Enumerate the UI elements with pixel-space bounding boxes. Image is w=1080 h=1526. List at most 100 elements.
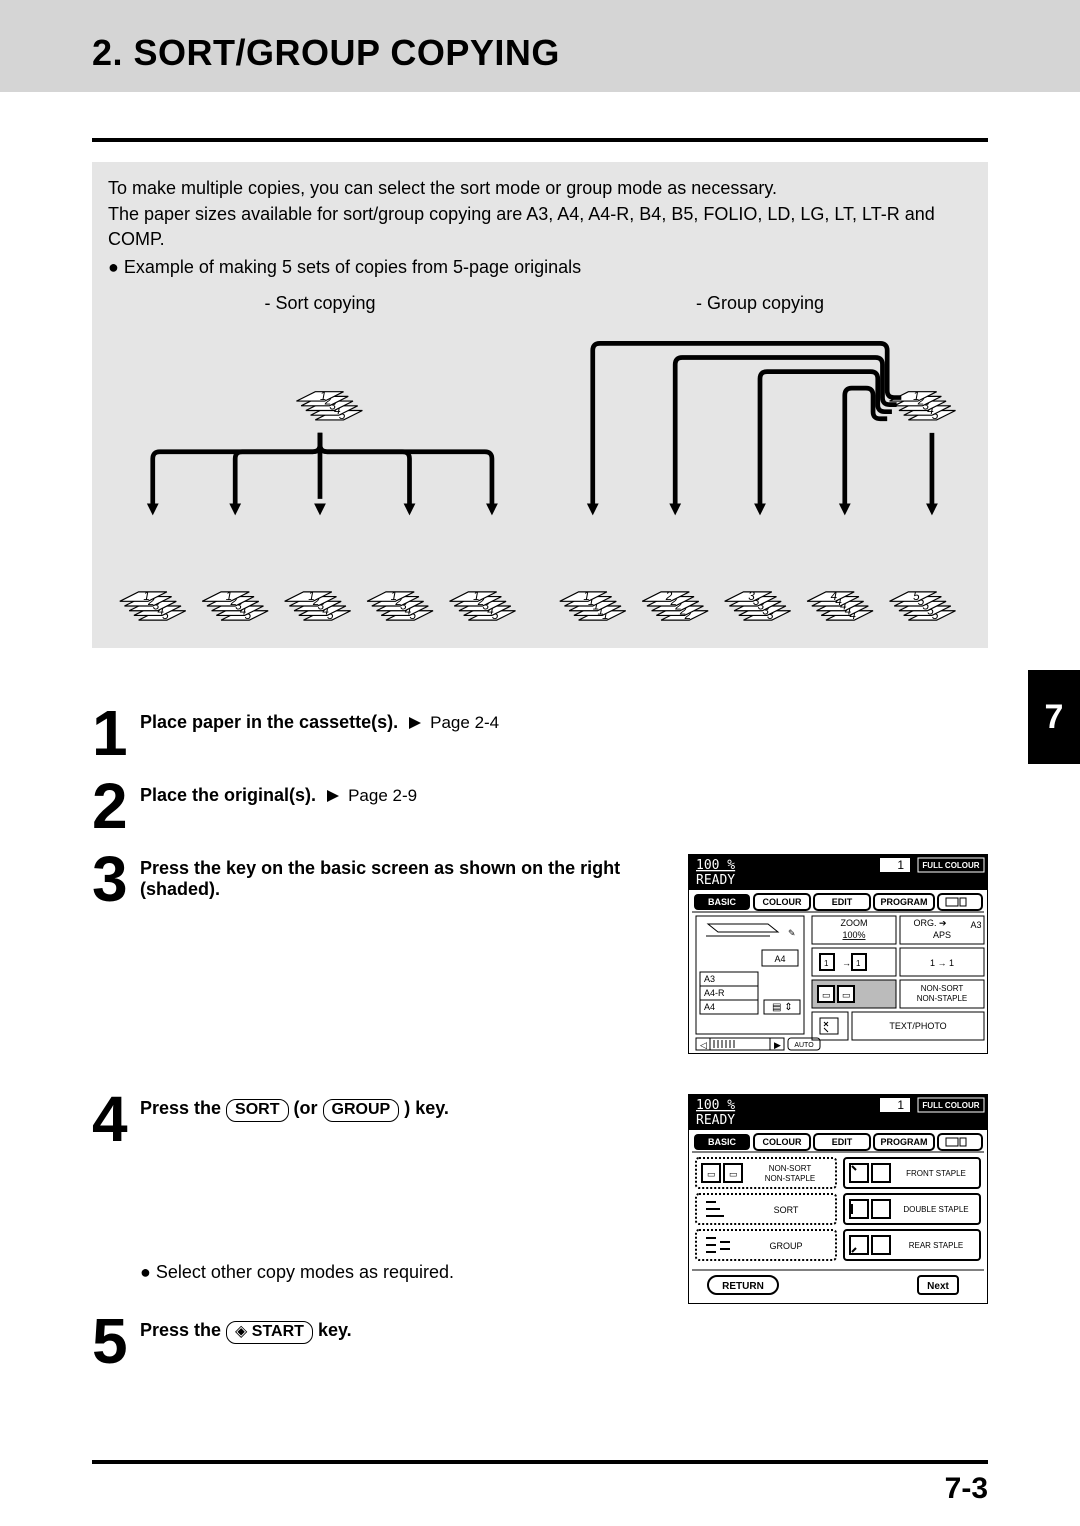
- svg-text:SORT: SORT: [774, 1205, 799, 1215]
- svg-text:FULL COLOUR: FULL COLOUR: [922, 1101, 979, 1110]
- rule: [92, 138, 988, 142]
- svg-text:4: 4: [831, 591, 838, 604]
- svg-text:READY: READY: [696, 1113, 735, 1128]
- step-1: 1 Place paper in the cassette(s). Page 2…: [92, 708, 988, 759]
- reference-arrow-icon: [327, 790, 339, 802]
- svg-text:EDIT: EDIT: [832, 897, 853, 907]
- step-number: 2: [92, 781, 140, 832]
- svg-text:1: 1: [473, 591, 480, 604]
- svg-text:PROGRAM: PROGRAM: [881, 1137, 928, 1147]
- diagram-row: - Sort copying 5 4 3 2 1: [108, 291, 972, 628]
- page-number: 7-3: [0, 1464, 1080, 1506]
- svg-text:EDIT: EDIT: [832, 1137, 853, 1147]
- svg-text:→: →: [842, 958, 851, 968]
- svg-text:▭: ▭: [842, 990, 851, 1000]
- step-4: 4 Press the SORT (or GROUP ) key. ● Sele…: [92, 1094, 988, 1304]
- svg-text:1: 1: [897, 1098, 904, 1112]
- svg-text:1: 1: [391, 591, 398, 604]
- sort-caption: - Sort copying: [108, 291, 532, 315]
- step-3: 3 Press the key on the basic screen as s…: [92, 854, 988, 1054]
- page-title: 2. SORT/GROUP COPYING: [92, 32, 1080, 74]
- basic-screen-illustration: 100 % READY 1 FULL COLOUR BASIC COLOUR E…: [688, 854, 988, 1054]
- step-4-mid: (or: [294, 1098, 323, 1118]
- svg-text:A4: A4: [774, 954, 785, 964]
- svg-text:A4-R: A4-R: [704, 988, 725, 998]
- step-2-ref: Page 2-9: [348, 786, 417, 805]
- svg-text:NON-SORT: NON-SORT: [769, 1164, 812, 1173]
- svg-text:PROGRAM: PROGRAM: [881, 897, 928, 907]
- svg-text:2: 2: [665, 591, 673, 604]
- sort-diagram-svg: 5 4 3 2 1: [108, 321, 532, 627]
- step-1-text: Place paper in the cassette(s).: [140, 712, 398, 732]
- step-5-post: key.: [318, 1320, 352, 1340]
- intro-line-1: To make multiple copies, you can select …: [108, 176, 972, 200]
- step-number: 5: [92, 1316, 140, 1367]
- intro-line-3: Example of making 5 sets of copies from …: [124, 257, 581, 277]
- svg-text:DOUBLE STAPLE: DOUBLE STAPLE: [903, 1205, 968, 1214]
- step-1-ref: Page 2-4: [430, 713, 499, 732]
- steps: 1 Place paper in the cassette(s). Page 2…: [92, 708, 988, 1368]
- svg-text:▶: ▶: [774, 1040, 781, 1050]
- step-number: 1: [92, 708, 140, 759]
- step-2: 2 Place the original(s). Page 2-9: [92, 781, 988, 832]
- svg-text:▤ ⇕: ▤ ⇕: [772, 1002, 793, 1013]
- svg-text:▭: ▭: [729, 1169, 738, 1179]
- svg-text:1: 1: [143, 591, 150, 604]
- svg-text:NON-STAPLE: NON-STAPLE: [765, 1174, 816, 1183]
- svg-text:1: 1: [824, 959, 829, 968]
- svg-text:BASIC: BASIC: [708, 1137, 737, 1147]
- svg-text:▭: ▭: [822, 990, 831, 1000]
- svg-text:100%: 100%: [842, 930, 865, 940]
- svg-text:◁: ◁: [700, 1040, 707, 1050]
- svg-text:READY: READY: [696, 873, 735, 888]
- group-diagram-svg: 5 4 3 2 1: [548, 321, 972, 627]
- manual-page: 2. SORT/GROUP COPYING To make multiple c…: [0, 0, 1080, 1526]
- group-diagram: - Group copying 5 4 3 2 1: [548, 291, 972, 628]
- svg-text:NON-SORT: NON-SORT: [921, 984, 964, 993]
- svg-text:3: 3: [748, 591, 755, 604]
- svg-text:✎: ✎: [788, 928, 796, 938]
- svg-text:A3: A3: [970, 920, 981, 930]
- svg-text:FULL COLOUR: FULL COLOUR: [922, 861, 979, 870]
- step-4-note: Select other copy modes as required.: [156, 1262, 454, 1282]
- intro-box: To make multiple copies, you can select …: [92, 162, 988, 648]
- svg-text:1: 1: [897, 858, 904, 872]
- svg-text:NON-STAPLE: NON-STAPLE: [917, 994, 968, 1003]
- sort-diagram: - Sort copying 5 4 3 2 1: [108, 291, 532, 628]
- intro-line-2: The paper sizes available for sort/group…: [108, 202, 972, 251]
- svg-text:APS: APS: [933, 930, 951, 940]
- svg-text:1: 1: [583, 591, 590, 604]
- step-4-pre: Press the: [140, 1098, 226, 1118]
- svg-text:A4: A4: [704, 1002, 715, 1012]
- svg-text:A3: A3: [704, 974, 715, 984]
- chapter-tab: 7: [1028, 670, 1080, 764]
- svg-text:GROUP: GROUP: [769, 1241, 802, 1251]
- step-number: 3: [92, 854, 140, 905]
- step-2-text: Place the original(s).: [140, 785, 316, 805]
- step-3-text: Press the key on the basic screen as sho…: [140, 858, 620, 899]
- svg-text:▭: ▭: [707, 1169, 716, 1179]
- svg-text:1: 1: [856, 959, 861, 968]
- svg-text:1: 1: [320, 390, 327, 403]
- svg-text:COLOUR: COLOUR: [763, 1137, 802, 1147]
- svg-text:1: 1: [226, 591, 233, 604]
- svg-text:1: 1: [913, 390, 920, 403]
- step-4-post: ) key.: [404, 1098, 449, 1118]
- svg-text:BASIC: BASIC: [708, 897, 737, 907]
- svg-text:100 %: 100 %: [696, 1098, 735, 1113]
- svg-text:TEXT/PHOTO: TEXT/PHOTO: [889, 1021, 946, 1031]
- group-key: GROUP: [323, 1099, 400, 1122]
- finishing-screen-illustration: 100 % READY 1 FULL COLOUR BASIC COLOUR E…: [688, 1094, 988, 1304]
- step-number: 4: [92, 1094, 140, 1145]
- svg-text:RETURN: RETURN: [722, 1281, 764, 1292]
- sort-key: SORT: [226, 1099, 288, 1122]
- reference-arrow-icon: [409, 717, 421, 729]
- svg-text:1 → 1: 1 → 1: [930, 958, 954, 968]
- svg-text:REAR STAPLE: REAR STAPLE: [909, 1241, 964, 1250]
- svg-text:COLOUR: COLOUR: [763, 897, 802, 907]
- content-area: To make multiple copies, you can select …: [0, 138, 1080, 1367]
- svg-text:AUTO: AUTO: [794, 1042, 814, 1049]
- svg-text:ZOOM: ZOOM: [841, 918, 868, 928]
- start-key: START: [226, 1321, 313, 1344]
- step-5: 5 Press the START key.: [92, 1316, 988, 1367]
